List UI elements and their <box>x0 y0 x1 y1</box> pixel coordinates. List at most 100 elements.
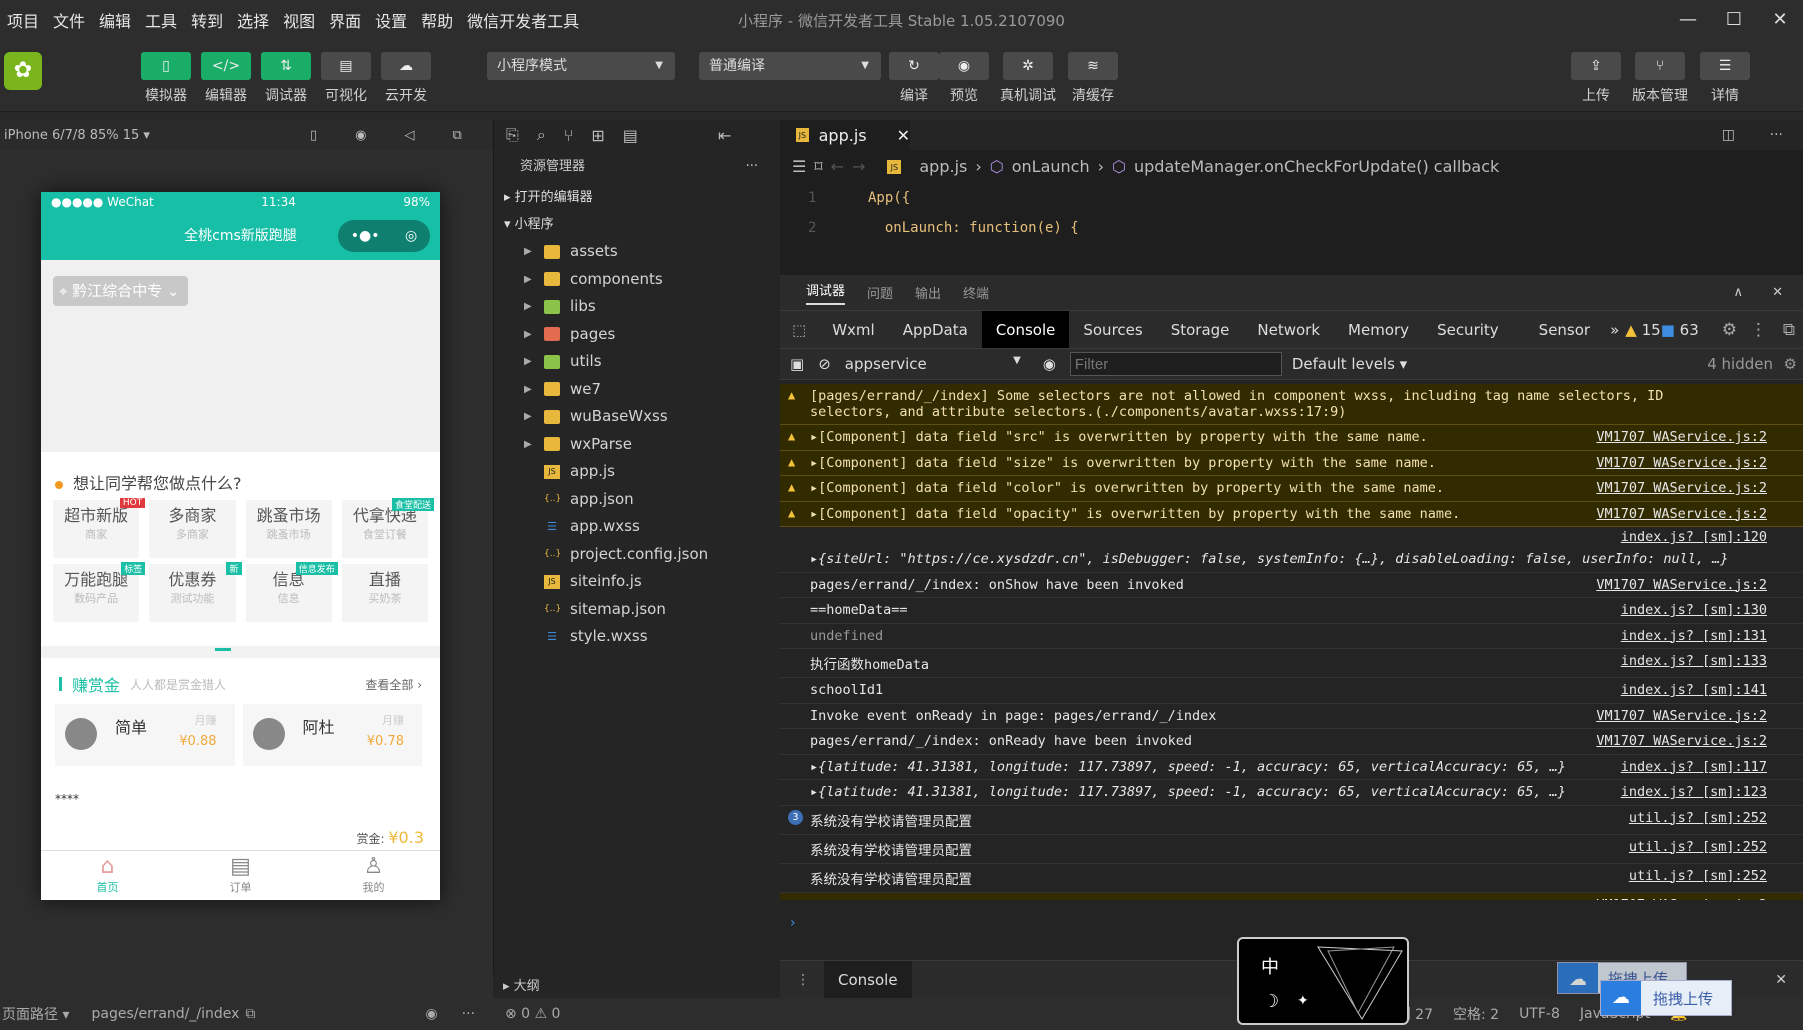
menu-item[interactable]: 编辑 <box>92 8 138 32</box>
source-link[interactable]: index.js? [sm]:131 <box>1621 628 1767 645</box>
phone-tab-order[interactable]: ▤ 订单 <box>174 851 307 900</box>
cloud-button[interactable]: ☁ 云开发 <box>381 52 431 105</box>
file-item[interactable]: {..} app.json <box>494 486 780 514</box>
folder-item[interactable]: ▶ wuBaseWxss <box>494 403 780 431</box>
tab-sources[interactable]: Sources <box>1069 311 1156 349</box>
inspect-icon[interactable]: ⬚ <box>780 321 818 339</box>
debug-button[interactable]: ⇅ 调试器 <box>261 52 311 105</box>
file-item[interactable]: ☰ app.wxss <box>494 513 780 541</box>
compile-select[interactable]: 普通编译 ▼ <box>699 52 881 80</box>
menu-item[interactable]: 视图 <box>276 8 322 32</box>
moon-icon[interactable]: ☽ <box>1263 991 1279 1012</box>
phone-tab-home[interactable]: ⌂ 首页 <box>41 851 174 900</box>
search-icon[interactable]: ⌕ <box>537 125 546 145</box>
source-link[interactable]: VM1707 WAService.js:2 <box>1596 429 1767 446</box>
volume-icon[interactable]: ◁ <box>405 128 415 143</box>
tab-console[interactable]: Console <box>981 310 1070 349</box>
console-message[interactable]: ▸{latitude: 41.31381, longitude: 117.738… <box>810 759 1566 776</box>
service-item[interactable]: 多商家 多商家 <box>149 500 236 558</box>
code-button[interactable]: </> 编辑器 <box>201 52 251 105</box>
source-link[interactable]: VM1707 WAService.js:2 <box>1596 480 1767 497</box>
devtools-top-tab[interactable]: 问题 <box>867 283 893 302</box>
kebab-icon[interactable]: ⋮ <box>1750 320 1767 340</box>
ime-lang[interactable]: 中 <box>1261 953 1279 979</box>
service-item[interactable]: 代拿快递 食堂订餐 食堂配送 <box>341 498 434 558</box>
eye-button[interactable]: ◉ 预览 <box>939 52 989 105</box>
tab-network[interactable]: Network <box>1243 311 1334 349</box>
more-icon[interactable]: ··· <box>1770 127 1783 143</box>
collapse-icon[interactable]: ⇤ <box>718 126 731 145</box>
clear-console-icon[interactable]: ⊘ <box>818 355 831 373</box>
menu-item[interactable]: 帮助 <box>414 8 460 32</box>
close-circle-icon[interactable]: ◎ <box>405 220 417 252</box>
git-icon[interactable]: ⑂ <box>564 126 574 145</box>
branch-button[interactable]: ⑂ 版本管理 <box>1632 52 1688 105</box>
breadcrumb-item[interactable]: onLaunch <box>1012 157 1090 176</box>
levels-select[interactable]: Default levels ▾ <box>1292 355 1407 373</box>
page-path-select[interactable]: 页面路径 ▾ <box>0 1004 69 1024</box>
gear-icon[interactable]: ⚙ <box>1722 320 1737 340</box>
tab-memory[interactable]: Memory <box>1334 311 1423 349</box>
device-select[interactable]: iPhone 6/7/8 85% 15 ▾ <box>0 128 300 143</box>
tab-wxml[interactable]: Wxml <box>818 311 889 349</box>
eye-icon[interactable]: ◉ <box>425 1006 437 1022</box>
bookmark-icon[interactable]: ⌑ <box>814 157 822 176</box>
source-link[interactable]: VM1707 WAService.js:2 <box>1596 455 1767 472</box>
more-tabs-icon[interactable]: » <box>1604 321 1625 339</box>
encoding[interactable]: UTF-8 <box>1519 1006 1560 1022</box>
phone-button[interactable]: ▯ 模拟器 <box>141 52 191 105</box>
upload-widget[interactable]: ☁ 拖拽上传 <box>1600 980 1732 1016</box>
drawer-menu-icon[interactable]: ⋮ <box>796 972 810 988</box>
close-drawer-icon[interactable]: ✕ <box>1775 972 1787 988</box>
source-link[interactable]: VM1707 WAService.js:2 <box>1596 897 1767 901</box>
mode-select[interactable]: 小程序模式 ▼ <box>487 52 675 80</box>
service-item[interactable]: 超市新版 商家 HOT <box>53 498 146 558</box>
list-icon[interactable]: ☰ <box>792 157 806 176</box>
open-editors-section[interactable]: ▸ 打开的编辑器 <box>494 184 780 211</box>
source-link[interactable]: VM1707 WAService.js:2 <box>1596 708 1767 725</box>
menu-item[interactable]: 项目 <box>0 8 46 32</box>
extensions-icon[interactable]: ⊞ <box>591 126 604 145</box>
service-item[interactable]: 直播 买奶茶 <box>341 564 428 622</box>
reward-card[interactable]: 简单 月赚 ¥0.88 <box>55 704 235 766</box>
devtools-top-tab[interactable]: 终端 <box>963 283 989 302</box>
console-message[interactable]: ▸{latitude: 41.31381, longitude: 117.738… <box>810 784 1566 801</box>
code-area[interactable]: 1 App({ 2 onLaunch: function(e) { <box>780 183 1803 243</box>
bug-button[interactable]: ✲ 真机调试 <box>1000 52 1056 105</box>
source-link[interactable]: index.js? [sm]:117 <box>1621 759 1767 776</box>
context-select[interactable]: appservice ▼ <box>845 355 1021 373</box>
storage-icon[interactable]: ▤ <box>623 126 638 145</box>
capsule-menu[interactable]: •●• ◎ <box>338 220 430 252</box>
files-icon[interactable]: ⎘ <box>506 125 519 145</box>
console-prompt[interactable]: › <box>790 915 796 931</box>
gear-icon[interactable]: ⚙ <box>1784 355 1797 373</box>
file-item[interactable]: {..} sitemap.json <box>494 596 780 624</box>
menu-item[interactable]: 设置 <box>368 8 414 32</box>
close-icon[interactable]: ✕ <box>897 126 910 145</box>
folder-item[interactable]: ▶ wxParse <box>494 431 780 459</box>
filter-input[interactable] <box>1069 352 1282 376</box>
indentation[interactable]: 空格: 2 <box>1453 1004 1499 1024</box>
eye-icon[interactable]: ◉ <box>1043 355 1056 373</box>
layers-button[interactable]: ≋ 清缓存 <box>1068 52 1118 105</box>
source-link[interactable]: index.js? [sm]:120 <box>1621 529 1767 547</box>
source-link[interactable]: index.js? [sm]:123 <box>1621 784 1767 801</box>
ime-widget[interactable]: 中 ☽ ✦ <box>1237 937 1409 1025</box>
folder-item[interactable]: ▶ utils <box>494 348 780 376</box>
layout-button[interactable]: ▤ 可视化 <box>321 52 371 105</box>
menu-item[interactable]: 工具 <box>138 8 184 32</box>
menu-item[interactable]: 文件 <box>46 8 92 32</box>
outline-section[interactable]: ▸ 大纲 <box>493 975 780 998</box>
menu-item[interactable]: 界面 <box>322 8 368 32</box>
warning-count[interactable]: ▲ 15 <box>1625 321 1660 339</box>
menu-item[interactable]: 选择 <box>230 8 276 32</box>
close-window-button[interactable]: ✕ <box>1757 0 1803 40</box>
service-item[interactable]: 万能跑腿 数码产品 标签 <box>53 562 146 622</box>
record-icon[interactable]: ◉ <box>355 128 366 143</box>
phone-tab-user[interactable]: ♙ 我的 <box>307 851 440 900</box>
source-link[interactable]: util.js? [sm]:252 <box>1629 810 1767 830</box>
file-item[interactable]: JS siteinfo.js <box>494 568 780 596</box>
tab-storage[interactable]: Storage <box>1157 311 1244 349</box>
service-item[interactable]: 优惠券 测试功能 新 <box>149 562 242 622</box>
folder-item[interactable]: ▶ libs <box>494 293 780 321</box>
